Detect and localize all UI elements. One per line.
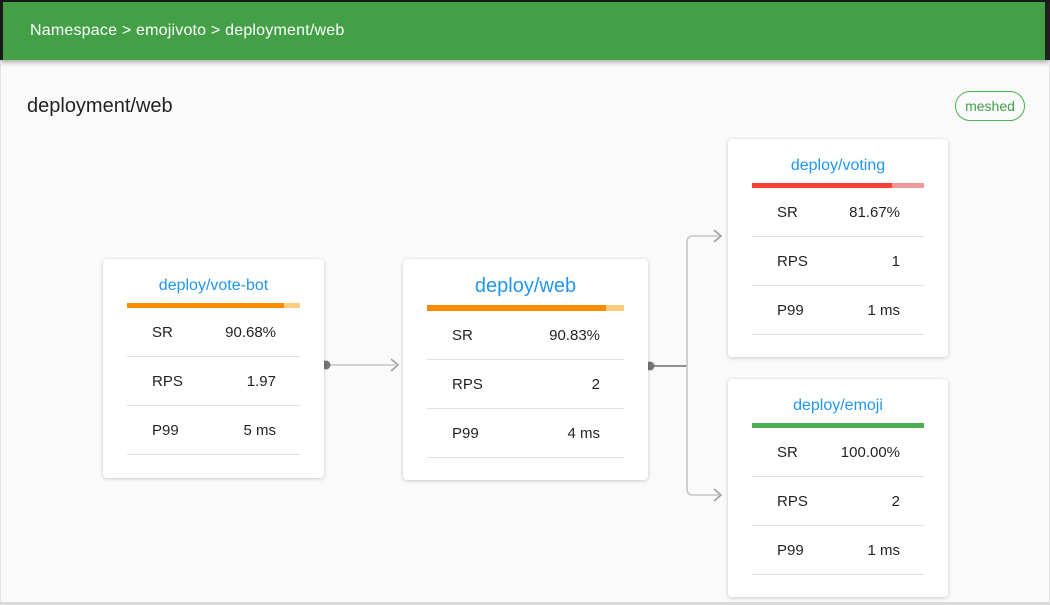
metric-row-p99: P99 1 ms bbox=[752, 526, 924, 575]
graph-node-vote-bot: deploy/vote-bot SR 90.68% RPS 1.97 P99 5… bbox=[103, 259, 324, 478]
metric-row-p99: P99 5 ms bbox=[127, 406, 300, 455]
metric-label: P99 bbox=[777, 302, 804, 319]
metric-value: 1.97 bbox=[247, 373, 276, 390]
metric-label: SR bbox=[777, 444, 798, 461]
metric-label: P99 bbox=[777, 542, 804, 559]
metric-value: 2 bbox=[592, 376, 600, 393]
metric-row-rps: RPS 2 bbox=[752, 477, 924, 526]
node-title-link[interactable]: deploy/web bbox=[427, 274, 624, 298]
metric-label: RPS bbox=[777, 253, 808, 270]
metric-label: RPS bbox=[777, 493, 808, 510]
meshed-status-badge: meshed bbox=[955, 91, 1025, 121]
node-title-link[interactable]: deploy/vote-bot bbox=[127, 276, 300, 295]
breadcrumb[interactable]: Namespace > emojivoto > deployment/web bbox=[30, 22, 344, 40]
metric-value: 5 ms bbox=[243, 422, 276, 439]
node-title-link[interactable]: deploy/emoji bbox=[752, 396, 924, 415]
metric-value: 100.00% bbox=[841, 444, 900, 461]
metric-value: 90.83% bbox=[549, 327, 600, 344]
metric-row-sr: SR 100.00% bbox=[752, 428, 924, 477]
graph-node-voting: deploy/voting SR 81.67% RPS 1 P99 1 ms bbox=[728, 139, 948, 357]
graph-node-emoji: deploy/emoji SR 100.00% RPS 2 P99 1 ms bbox=[728, 379, 948, 597]
metric-value: 4 ms bbox=[567, 425, 600, 442]
metric-row-sr: SR 90.68% bbox=[127, 308, 300, 357]
metric-row-p99: P99 1 ms bbox=[752, 286, 924, 335]
graph-node-web: deploy/web SR 90.83% RPS 2 P99 4 ms bbox=[403, 259, 648, 480]
edge-votebot-to-web bbox=[322, 359, 399, 371]
metric-label: SR bbox=[777, 204, 798, 221]
page-title: deployment/web bbox=[27, 95, 173, 118]
metric-label: RPS bbox=[452, 376, 483, 393]
metric-row-rps: RPS 1 bbox=[752, 237, 924, 286]
metric-row-p99: P99 4 ms bbox=[427, 409, 624, 458]
metric-row-rps: RPS 1.97 bbox=[127, 357, 300, 406]
metric-value: 1 ms bbox=[867, 302, 900, 319]
metric-label: P99 bbox=[152, 422, 179, 439]
metric-label: SR bbox=[152, 324, 173, 341]
metric-label: SR bbox=[452, 327, 473, 344]
metric-row-rps: RPS 2 bbox=[427, 360, 624, 409]
edge-web-to-voting-emoji bbox=[646, 230, 722, 501]
metric-value: 90.68% bbox=[225, 324, 276, 341]
metric-value: 1 ms bbox=[867, 542, 900, 559]
metric-label: P99 bbox=[452, 425, 479, 442]
window-left-edge bbox=[0, 64, 1, 605]
metric-row-sr: SR 90.83% bbox=[427, 311, 624, 360]
metric-value: 81.67% bbox=[849, 204, 900, 221]
metric-value: 2 bbox=[892, 493, 900, 510]
linkerd-dashboard-window: Namespace > emojivoto > deployment/web d… bbox=[0, 0, 1050, 605]
metric-value: 1 bbox=[892, 253, 900, 270]
metric-row-sr: SR 81.67% bbox=[752, 188, 924, 237]
node-title-link[interactable]: deploy/voting bbox=[752, 156, 924, 175]
app-bar: Namespace > emojivoto > deployment/web bbox=[0, 2, 1050, 60]
metric-label: RPS bbox=[152, 373, 183, 390]
